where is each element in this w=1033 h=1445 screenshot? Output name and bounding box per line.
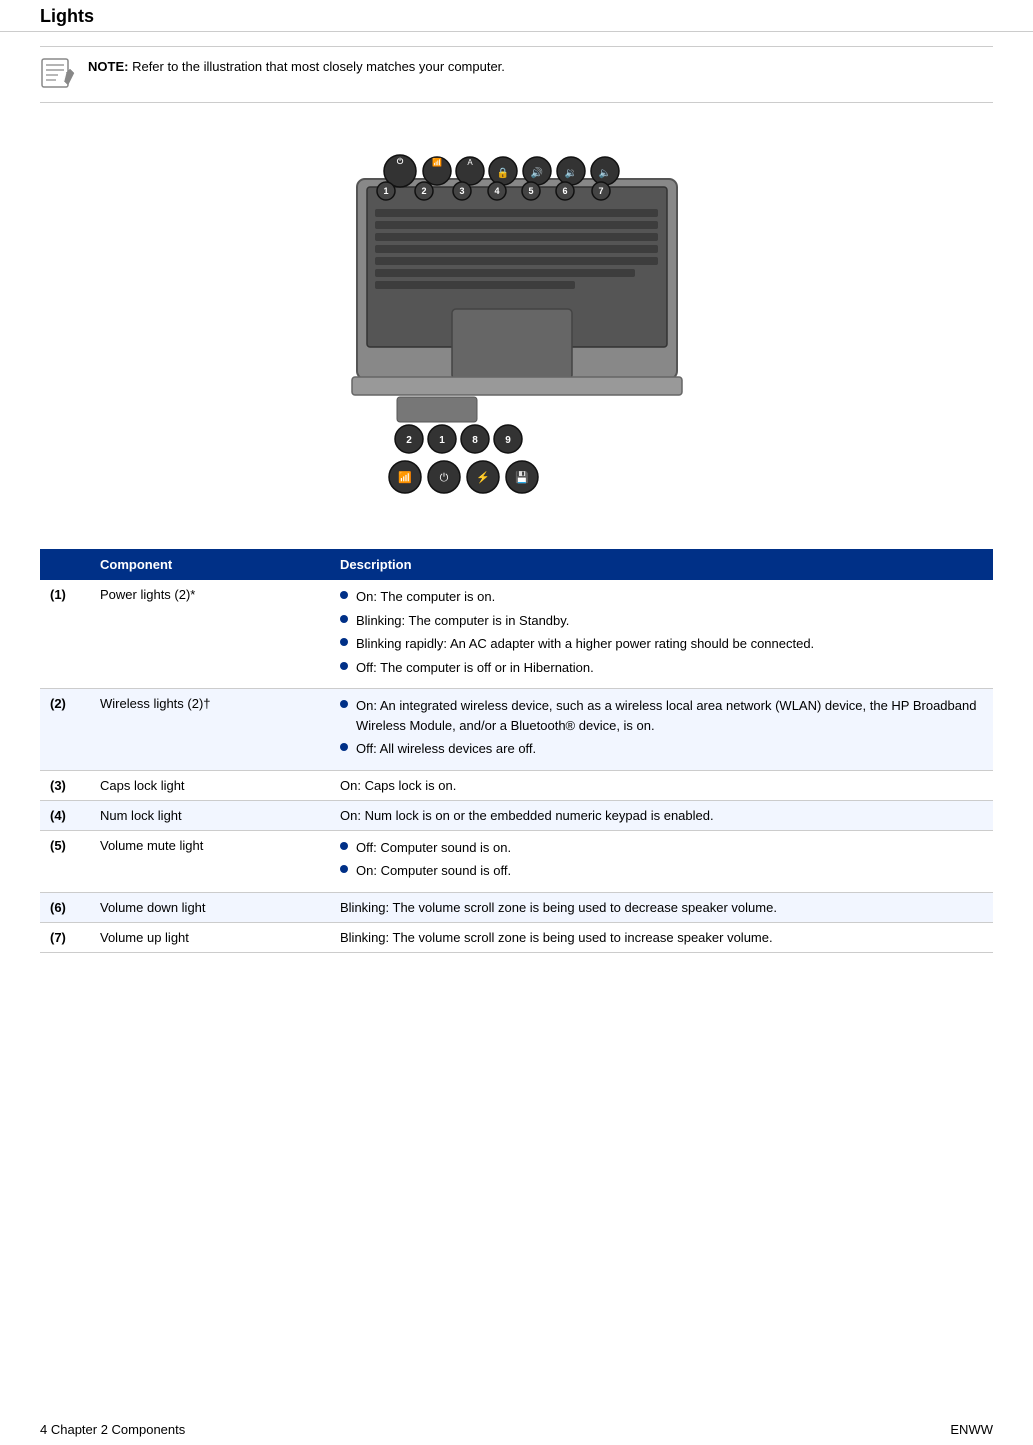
- svg-text:📶: 📶: [432, 157, 442, 167]
- bullet-item: Off: The computer is off or in Hibernati…: [340, 658, 983, 678]
- bullet-item: On: The computer is on.: [340, 587, 983, 607]
- svg-text:5: 5: [528, 186, 533, 196]
- svg-text:6: 6: [562, 186, 567, 196]
- svg-text:4: 4: [494, 186, 499, 196]
- row-description: On: An integrated wireless device, such …: [330, 689, 993, 771]
- row-component: Wireless lights (2)†: [90, 689, 330, 771]
- row-component: Num lock light: [90, 800, 330, 830]
- row-description: On: The computer is on. Blinking: The com…: [330, 580, 993, 689]
- row-num: (1): [40, 580, 90, 689]
- svg-text:📶: 📶: [398, 471, 412, 484]
- svg-text:2: 2: [421, 186, 426, 196]
- table-row: (6)Volume down lightBlinking: The volume…: [40, 892, 993, 922]
- table-row: (7)Volume up lightBlinking: The volume s…: [40, 922, 993, 952]
- svg-text:1: 1: [439, 435, 445, 446]
- svg-text:🔒: 🔒: [496, 167, 508, 179]
- row-component: Volume mute light: [90, 830, 330, 892]
- svg-text:⚡: ⚡: [476, 471, 490, 484]
- row-num: (5): [40, 830, 90, 892]
- col-description-header: Description: [330, 549, 993, 580]
- svg-text:8: 8: [472, 435, 478, 446]
- table-row: (3)Caps lock lightOn: Caps lock is on.: [40, 770, 993, 800]
- bullet-dot: [340, 700, 348, 708]
- bullet-dot: [340, 865, 348, 873]
- page-title: Lights: [40, 6, 94, 26]
- table-row: (5)Volume mute lightOff: Computer sound …: [40, 830, 993, 892]
- bullet-dot: [340, 638, 348, 646]
- row-description: On: Num lock is on or the embedded numer…: [330, 800, 993, 830]
- row-num: (4): [40, 800, 90, 830]
- svg-text:2: 2: [406, 435, 412, 446]
- bullet-item: Blinking: The computer is in Standby.: [340, 611, 983, 631]
- svg-text:1: 1: [383, 186, 388, 196]
- svg-text:🔉: 🔉: [564, 168, 576, 179]
- table-header-row: Component Description: [40, 549, 993, 580]
- row-component: Volume down light: [90, 892, 330, 922]
- footer-right: ENWW: [950, 1422, 993, 1437]
- svg-text:🔈: 🔈: [598, 168, 610, 179]
- bullet-dot: [340, 743, 348, 751]
- row-num: (3): [40, 770, 90, 800]
- bullet-dot: [340, 591, 348, 599]
- row-description: Blinking: The volume scroll zone is bein…: [330, 922, 993, 952]
- note-box: NOTE: Refer to the illustration that mos…: [40, 46, 993, 103]
- bullet-item: Blinking rapidly: An AC adapter with a h…: [340, 634, 983, 654]
- svg-text:A: A: [467, 158, 473, 167]
- row-component: Power lights (2)*: [90, 580, 330, 689]
- svg-text:7: 7: [598, 186, 603, 196]
- row-description: Blinking: The volume scroll zone is bein…: [330, 892, 993, 922]
- note-content: Refer to the illustration that most clos…: [132, 59, 505, 74]
- bullet-item: On: An integrated wireless device, such …: [340, 696, 983, 735]
- bullet-dot: [340, 615, 348, 623]
- svg-text:3: 3: [459, 186, 464, 196]
- col-component-header: Component: [90, 549, 330, 580]
- note-icon: [40, 57, 78, 92]
- bullet-dot: [340, 662, 348, 670]
- note-label: NOTE:: [88, 59, 128, 74]
- svg-text:9: 9: [505, 435, 511, 446]
- svg-text:🔊: 🔊: [530, 166, 542, 179]
- row-num: (7): [40, 922, 90, 952]
- row-num: (6): [40, 892, 90, 922]
- content-area: NOTE: Refer to the illustration that mos…: [0, 46, 1033, 953]
- svg-text:⏻: ⏻: [439, 472, 448, 484]
- pencil-note-icon: [40, 57, 76, 89]
- bullet-dot: [340, 842, 348, 850]
- computer-image-area: ⏻ 1 📶 2 A 3 🔒 4 🔊 5 🔉: [40, 119, 993, 539]
- bullet-item: Off: Computer sound is on.: [340, 838, 983, 858]
- row-component: Volume up light: [90, 922, 330, 952]
- components-table: Component Description (1)Power lights (2…: [40, 549, 993, 953]
- page-header: Lights: [0, 0, 1033, 32]
- bullet-item: Off: All wireless devices are off.: [340, 739, 983, 759]
- bullet-item: On: Computer sound is off.: [340, 861, 983, 881]
- table-row: (1)Power lights (2)*On: The computer is …: [40, 580, 993, 689]
- row-num: (2): [40, 689, 90, 771]
- row-description: On: Caps lock is on.: [330, 770, 993, 800]
- col-num-header: [40, 549, 90, 580]
- page-footer: 4 Chapter 2 Components ENWW: [0, 1422, 1033, 1437]
- note-text: NOTE: Refer to the illustration that mos…: [88, 57, 505, 77]
- table-row: (2)Wireless lights (2)† On: An integrated…: [40, 689, 993, 771]
- svg-text:💾: 💾: [515, 471, 529, 484]
- svg-text:⏻: ⏻: [396, 157, 403, 166]
- table-row: (4)Num lock lightOn: Num lock is on or t…: [40, 800, 993, 830]
- row-component: Caps lock light: [90, 770, 330, 800]
- footer-left: 4 Chapter 2 Components: [40, 1422, 185, 1437]
- row-description: Off: Computer sound is on. On: Computer s…: [330, 830, 993, 892]
- laptop-illustration: ⏻ 1 📶 2 A 3 🔒 4 🔊 5 🔉: [297, 119, 737, 539]
